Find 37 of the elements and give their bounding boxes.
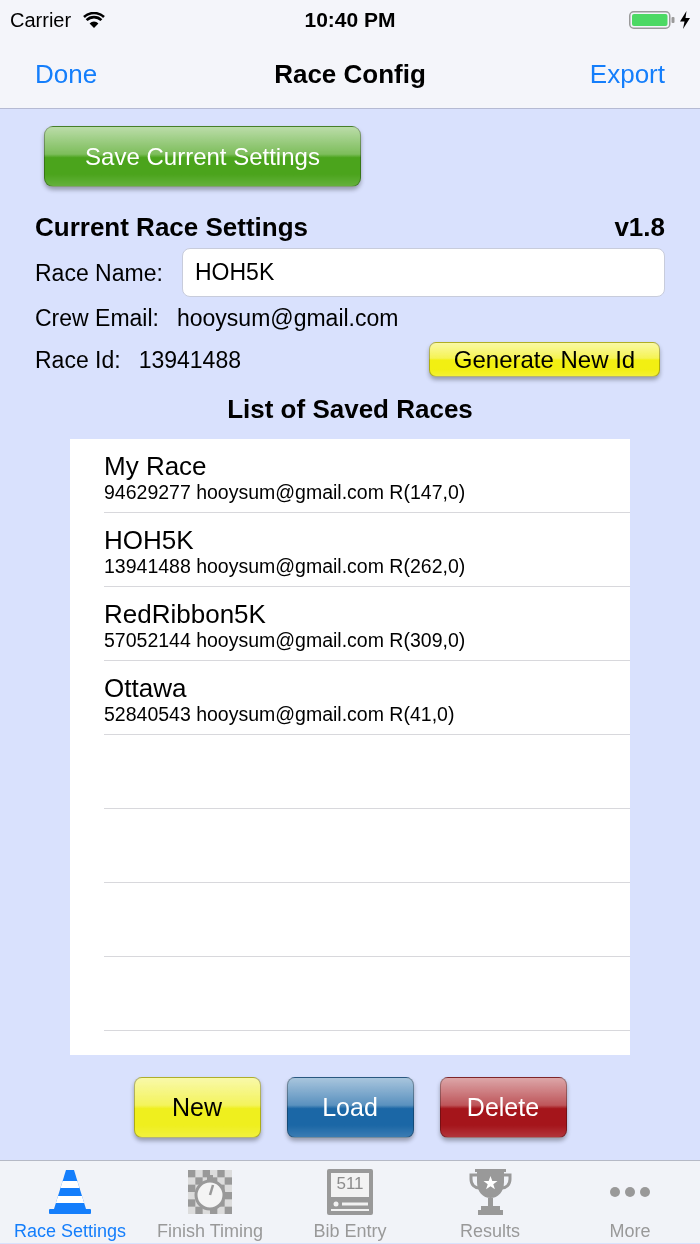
field-label: Crew Email: <box>35 304 159 332</box>
carrier-label: Carrier <box>10 8 72 32</box>
done-button[interactable]: Done <box>35 58 98 90</box>
race-title: HOH5K <box>104 525 194 555</box>
tab-item[interactable]: Race Settings <box>0 1161 140 1243</box>
clock-time: 10:40 PM <box>304 8 396 32</box>
list-heading: List of Saved Races <box>227 394 473 424</box>
traffic-cone-icon <box>49 1170 91 1214</box>
load-button[interactable]: Load <box>286 1077 414 1138</box>
email-value: hooysum@gmail.com <box>176 304 399 332</box>
battery-icon <box>629 11 675 29</box>
delete-button[interactable]: Delete <box>439 1077 567 1138</box>
race-id-value: 13941488 <box>138 345 241 374</box>
race-title: Ottawa <box>104 673 187 703</box>
race-detail: 94629277 hooysum@gmail.com R(147,0) <box>104 481 466 503</box>
screen-title: Race Config <box>274 58 426 90</box>
new-button[interactable]: New <box>133 1077 261 1138</box>
field-label: Race Id: <box>35 345 121 374</box>
more-icon <box>610 1187 650 1197</box>
field-label: Race Name: <box>35 258 164 287</box>
stopwatch-icon <box>188 1170 232 1214</box>
race-detail: 52840543 hooysum@gmail.com R(41,0) <box>104 703 455 725</box>
version-label: v1.8 <box>614 212 665 242</box>
race-detail: 57052144 hooysum@gmail.com R(309,0) <box>104 629 466 651</box>
generate-id-button[interactable]: Generate New Id <box>429 342 660 377</box>
wifi-icon <box>83 12 106 28</box>
save-settings-button[interactable]: Save Current Settings <box>44 126 361 187</box>
trophy-icon <box>467 1169 513 1215</box>
display-number: 511 <box>336 1174 364 1194</box>
charging-bolt-icon <box>680 11 690 29</box>
section-heading: Current Race Settings <box>35 212 309 242</box>
display-device-icon <box>327 1169 373 1215</box>
race-name-field[interactable]: HOH5K <box>182 248 665 297</box>
race-title: RedRibbon5K <box>104 599 266 629</box>
race-title: My Race <box>104 451 207 481</box>
export-button[interactable]: Export <box>589 58 665 90</box>
race-detail: 13941488 hooysum@gmail.com R(262,0) <box>104 555 466 577</box>
